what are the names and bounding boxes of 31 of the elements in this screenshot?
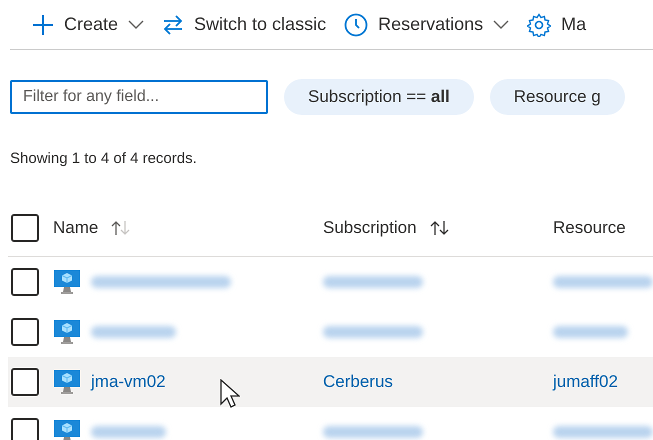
checkbox[interactable] [11, 368, 39, 396]
virtual-machine-icon [53, 418, 81, 440]
filter-pill[interactable]: Subscription == all [284, 79, 474, 115]
toolbar-button[interactable]: Ma [527, 11, 586, 38]
column-header[interactable]: Resource [553, 215, 626, 241]
checkbox[interactable] [11, 418, 39, 440]
vm-name-link[interactable]: jma-vm02 [91, 368, 166, 394]
filter-pill[interactable]: Resource g [490, 79, 625, 115]
virtual-machine-icon [53, 268, 81, 296]
toolbar-button[interactable]: Create [32, 11, 144, 38]
swap-arrows-icon [162, 14, 184, 36]
checkbox[interactable] [11, 214, 39, 242]
virtual-machine-icon [53, 318, 81, 346]
clock-icon [344, 12, 368, 36]
settings-icon [527, 12, 552, 36]
column-header[interactable]: Subscription [323, 215, 417, 241]
record-count: Showing 1 to 4 of 4 records. [10, 150, 197, 167]
table-row-highlight[interactable]: jma-vm02 Cerberus jumaff02 [8, 356, 653, 406]
sort-icon[interactable] [110, 219, 132, 237]
toolbar-button[interactable]: Reservations [344, 11, 510, 38]
virtual-machine-icon [53, 368, 81, 396]
column-header[interactable]: Name [53, 215, 98, 241]
checkbox[interactable] [11, 268, 39, 296]
toolbar-button[interactable]: Switch to classic [162, 11, 326, 38]
checkbox[interactable] [11, 318, 39, 346]
subscription-link[interactable]: Cerberus [323, 372, 393, 390]
mouse-cursor-icon [220, 378, 240, 408]
filter-input[interactable]: Filter for any field... [10, 80, 268, 114]
sort-icon[interactable] [428, 219, 451, 237]
plus-icon [32, 14, 54, 36]
resource-group-link[interactable]: jumaff02 [553, 372, 618, 390]
